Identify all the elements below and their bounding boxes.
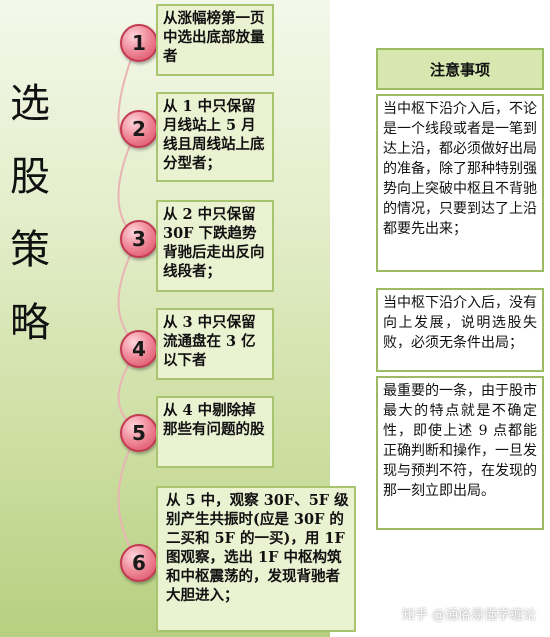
note-item-2: 当中枢下沿介入后，没有向上发展，说明选股失败，必须无条件出局； bbox=[376, 288, 544, 372]
step-box-3: 从 2 中只保留 30F 下跌趋势背驰后走出反向线段者； bbox=[156, 200, 274, 292]
step-box-4: 从 3 中只保留流通盘在 3 亿以下者 bbox=[156, 308, 274, 380]
vertical-title: 选 股 策 略 bbox=[6, 68, 54, 360]
step-box-6: 从 5 中，观察 30F、5F 级别产生共振时(应是 30F 的二买和 5F 的… bbox=[156, 486, 356, 632]
note-item-3: 最重要的一条，由于股市最大的特点就是不确定性，即使上述 9 点都能正确判断和操作… bbox=[376, 376, 544, 530]
flow-connector bbox=[117, 41, 139, 563]
step-box-1: 从涨幅榜第一页中选出底部放量者 bbox=[156, 4, 274, 76]
step-number-5: 5 bbox=[120, 414, 158, 452]
title-char: 策 bbox=[10, 227, 50, 273]
title-char: 股 bbox=[10, 154, 50, 200]
step-number-3: 3 bbox=[120, 220, 158, 258]
step-box-2: 从 1 中只保留月线站上 5 月线且周线站上底分型者； bbox=[156, 92, 274, 182]
note-item-1: 当中枢下沿介入后，不论是一个线段或者是一笔到达上沿，都必须做好出局的准备，除了那… bbox=[376, 94, 544, 272]
step-number-2: 2 bbox=[120, 110, 158, 148]
step-number-1: 1 bbox=[120, 24, 158, 62]
notes-header: 注意事项 bbox=[376, 48, 544, 90]
step-box-5: 从 4 中剔除掉那些有问题的股 bbox=[156, 396, 274, 468]
step-number-6: 6 bbox=[120, 544, 158, 582]
watermark: 知乎 @通俗易懂学缠论 bbox=[401, 608, 536, 623]
title-char: 略 bbox=[10, 300, 50, 346]
title-char: 选 bbox=[10, 81, 50, 127]
step-number-4: 4 bbox=[120, 330, 158, 368]
